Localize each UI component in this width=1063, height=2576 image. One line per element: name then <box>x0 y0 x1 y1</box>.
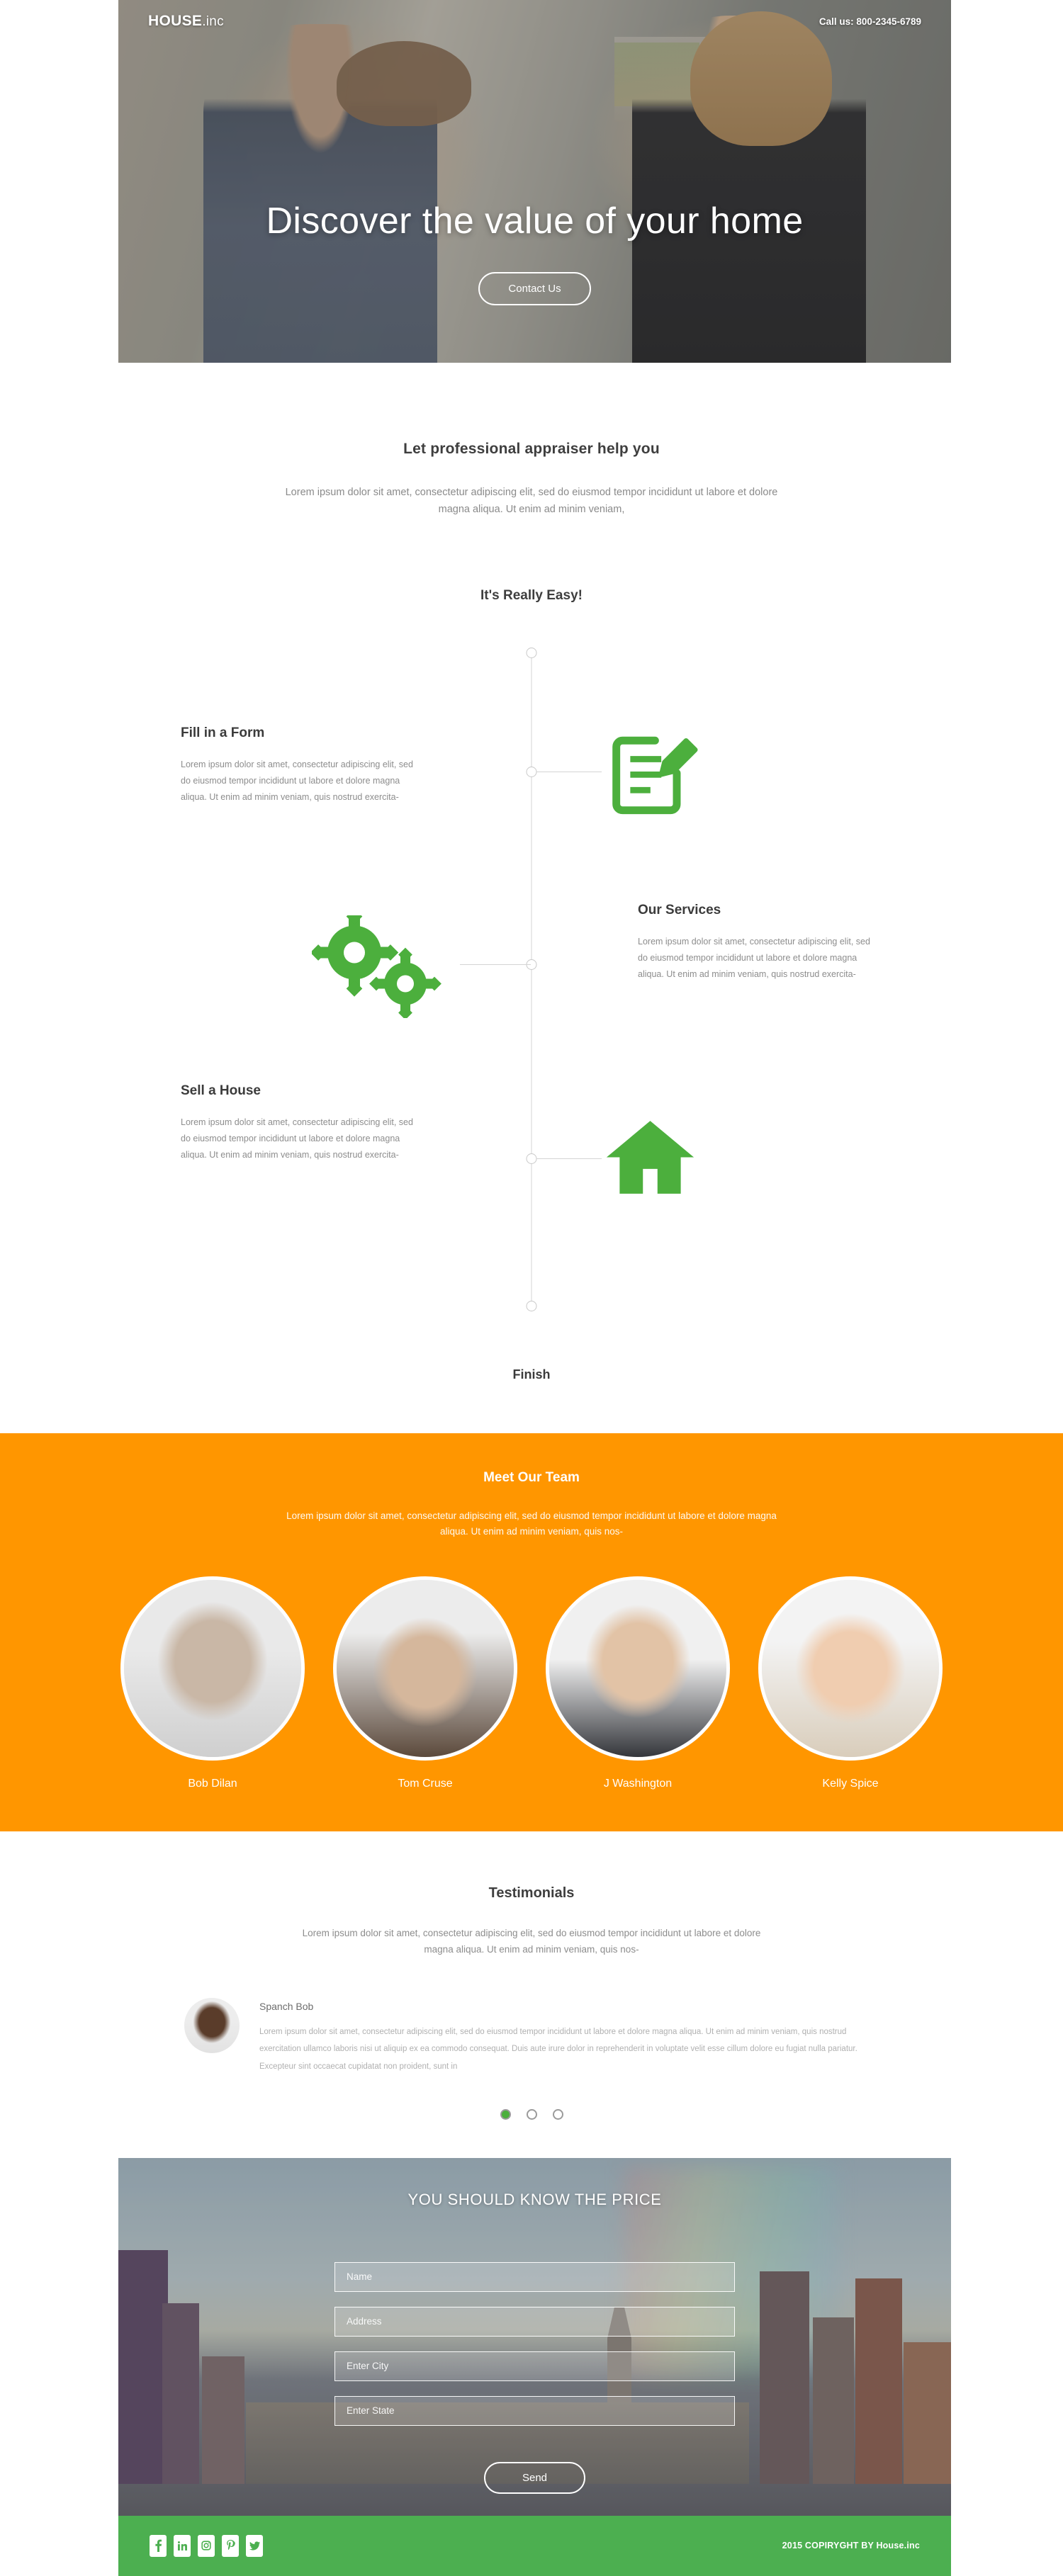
carousel-dot-1[interactable] <box>500 2108 511 2120</box>
timeline-step-1-title: Fill in a Form <box>181 725 265 740</box>
process-section: It's Really Easy! Fill in a Form Lorem i… <box>0 519 1063 1382</box>
instagram-icon[interactable] <box>198 2534 215 2557</box>
house-icon <box>602 1117 698 1202</box>
intro-paragraph: Lorem ipsum dolor sit amet, consectetur … <box>285 487 778 515</box>
team-member-photo <box>549 1580 726 1758</box>
team-member-name: Bob Dilan <box>188 1778 237 1790</box>
testimonial-avatar <box>184 1998 240 2054</box>
hero-overlay <box>118 0 951 363</box>
price-request-form: Send <box>334 2261 735 2494</box>
pencil-form-icon <box>599 722 705 825</box>
city-field[interactable] <box>334 2351 735 2381</box>
timeline-connector-2 <box>460 964 531 965</box>
carousel-dot-3[interactable] <box>552 2108 563 2120</box>
process-title: It's Really Easy! <box>480 587 583 603</box>
team-title: Meet Our Team <box>483 1469 580 1485</box>
hero-headline: Discover the value of your home <box>266 200 804 242</box>
team-member-name: J Washington <box>603 1778 673 1790</box>
team-member-photo <box>337 1580 514 1758</box>
footer: 2015 COPIRYGHT BY House.inc <box>118 2515 951 2576</box>
hero-topbar: HOUSE.inc Call us: 800-2345-6789 <box>118 0 951 43</box>
gears-icon <box>310 908 454 1022</box>
timeline-connector-3 <box>536 1158 602 1159</box>
send-button[interactable]: Send <box>483 2461 586 2494</box>
testimonials-title: Testimonials <box>488 1885 575 1902</box>
timeline-step-2: Our Services Lorem ipsum dolor sit amet,… <box>638 903 879 983</box>
copyright-text: 2015 COPIRYGHT BY House.inc <box>782 2541 920 2551</box>
intro-section: Let professional appraiser help you Lore… <box>0 363 1063 519</box>
landing-page: HOUSE.inc Call us: 800-2345-6789 Discove… <box>0 0 1063 2576</box>
state-field[interactable] <box>334 2395 735 2426</box>
timeline-node-step-1 <box>526 766 537 777</box>
team-member[interactable]: Bob Dilan <box>120 1576 305 1790</box>
avatar <box>333 1576 517 1761</box>
testimonial-body: Spanch Bob Lorem ipsum dolor sit amet, c… <box>259 1998 879 2074</box>
timeline-step-3: Sell a House Lorem ipsum dolor sit amet,… <box>181 1083 422 1163</box>
social-links <box>150 2534 263 2557</box>
intro-title: Let professional appraiser help you <box>403 441 660 457</box>
testimonial-author: Spanch Bob <box>259 2001 314 2013</box>
team-member-photo <box>124 1580 301 1758</box>
timeline-finish-label: Finish <box>512 1367 551 1382</box>
avatar <box>758 1576 943 1761</box>
logo-main-text: HOUSE <box>148 13 203 29</box>
timeline-step-1: Fill in a Form Lorem ipsum dolor sit ame… <box>181 725 422 806</box>
hero-section: HOUSE.inc Call us: 800-2345-6789 Discove… <box>118 0 951 363</box>
site-logo[interactable]: HOUSE.inc <box>148 13 224 30</box>
timeline-step-2-text: Lorem ipsum dolor sit amet, consectetur … <box>638 936 870 980</box>
timeline-step-3-title: Sell a House <box>181 1083 261 1098</box>
process-timeline: Fill in a Form Lorem ipsum dolor sit ame… <box>174 647 889 1363</box>
testimonials-intro: Lorem ipsum dolor sit amet, consectetur … <box>302 1928 761 1955</box>
avatar <box>546 1576 730 1761</box>
address-field[interactable] <box>334 2306 735 2337</box>
avatar <box>120 1576 305 1761</box>
name-field[interactable] <box>334 2261 735 2292</box>
timeline-step-3-text: Lorem ipsum dolor sit amet, consectetur … <box>181 1117 413 1160</box>
team-member-name: Kelly Spice <box>822 1778 879 1790</box>
timeline-step-2-title: Our Services <box>638 902 721 917</box>
contact-title: YOU SHOULD KNOW THE PRICE <box>407 2190 662 2208</box>
timeline-step-1-text: Lorem ipsum dolor sit amet, consectetur … <box>181 759 413 803</box>
team-member[interactable]: Tom Cruse <box>333 1576 517 1790</box>
testimonial-quote: Lorem ipsum dolor sit amet, consectetur … <box>259 2028 857 2071</box>
team-section: Meet Our Team Lorem ipsum dolor sit amet… <box>0 1433 1063 1832</box>
contact-us-button[interactable]: Contact Us <box>478 272 591 305</box>
contact-content: YOU SHOULD KNOW THE PRICE Send <box>118 2158 951 2494</box>
team-paragraph: Lorem ipsum dolor sit amet, consectetur … <box>286 1510 777 1537</box>
pinterest-icon[interactable] <box>222 2534 239 2557</box>
team-member-name: Tom Cruse <box>398 1778 453 1790</box>
twitter-icon[interactable] <box>246 2534 263 2557</box>
hero-content: Discover the value of your home Contact … <box>118 200 951 305</box>
phone-number[interactable]: Call us: 800-2345-6789 <box>819 16 921 27</box>
carousel-dot-2[interactable] <box>526 2108 537 2120</box>
timeline-node-end <box>526 1300 537 1311</box>
team-member[interactable]: Kelly Spice <box>758 1576 943 1790</box>
testimonials-section: Testimonials Lorem ipsum dolor sit amet,… <box>0 1831 1063 2120</box>
linkedin-icon[interactable] <box>174 2534 191 2557</box>
team-member-photo <box>762 1580 939 1758</box>
facebook-icon[interactable] <box>150 2534 167 2557</box>
carousel-dots <box>0 2108 1063 2120</box>
timeline-node-step-3 <box>526 1153 537 1164</box>
timeline-node-start <box>526 647 537 658</box>
team-member[interactable]: J Washington <box>546 1576 730 1790</box>
team-grid: Bob Dilan Tom Cruse J Washington Kelly S… <box>0 1576 1063 1790</box>
logo-suffix-text: .inc <box>202 14 224 29</box>
testimonial-card: Spanch Bob Lorem ipsum dolor sit amet, c… <box>184 1998 879 2074</box>
contact-section: YOU SHOULD KNOW THE PRICE Send <box>118 2157 951 2516</box>
